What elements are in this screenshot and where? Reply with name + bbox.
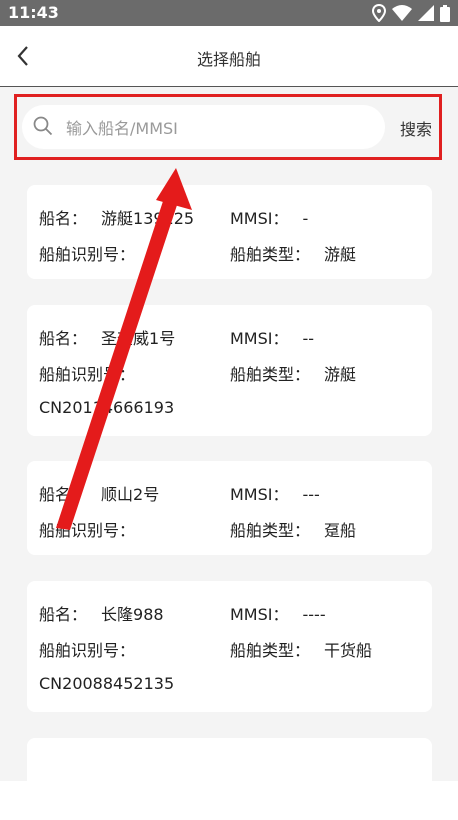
ship-mmsi-value: - bbox=[302, 209, 309, 228]
ship-name-value: 顺山2号 bbox=[101, 485, 160, 504]
ship-name-value: 长隆988 bbox=[101, 605, 164, 624]
ship-mmsi-label: MMSI： bbox=[230, 209, 289, 228]
ship-name-row: 船名： 游艇139125 bbox=[39, 205, 194, 229]
ship-card[interactable]: 船名： 游艇139125 MMSI： - 船舶识别号： 船舶类型： 游艇 bbox=[27, 185, 432, 279]
ship-type-row: 船舶类型： 趸船 bbox=[230, 517, 356, 541]
ship-name-row: 船名： 顺山2号 bbox=[39, 481, 159, 505]
ship-mmsi-row: MMSI： ---- bbox=[230, 601, 326, 625]
ship-name-label: 船名： bbox=[39, 485, 88, 504]
ship-name-row: 船名： 圣奎威1号 bbox=[39, 325, 175, 349]
ship-type-label: 船舶类型： bbox=[230, 365, 311, 384]
ship-mmsi-row: MMSI： -- bbox=[230, 325, 314, 349]
ship-id-value: CN20114666193 bbox=[39, 398, 175, 417]
wifi-icon bbox=[392, 5, 412, 21]
ship-id-row: 船舶识别号： bbox=[39, 517, 149, 541]
battery-icon bbox=[440, 4, 450, 22]
ship-type-row: 船舶类型： 游艇 bbox=[230, 361, 356, 385]
ship-id-label: 船舶识别号： bbox=[39, 641, 136, 660]
ship-type-value: 游艇 bbox=[324, 365, 357, 384]
ship-type-label: 船舶类型： bbox=[230, 521, 311, 540]
ship-name-label: 船名： bbox=[39, 329, 88, 348]
ship-name-value: 游艇139125 bbox=[101, 209, 195, 228]
ship-type-row: 船舶类型： 干货船 bbox=[230, 637, 372, 661]
ship-id-label: 船舶识别号： bbox=[39, 365, 136, 384]
ship-name-label: 船名： bbox=[39, 209, 88, 228]
ship-type-label: 船舶类型： bbox=[230, 245, 311, 264]
ship-type-value: 游艇 bbox=[324, 245, 357, 264]
ship-id-row: 船舶识别号： bbox=[39, 637, 135, 661]
ship-name-value: 圣奎威1号 bbox=[101, 329, 176, 348]
ship-mmsi-value: ---- bbox=[302, 605, 326, 624]
ship-mmsi-label: MMSI： bbox=[230, 329, 289, 348]
ship-mmsi-value: -- bbox=[302, 329, 315, 348]
signal-icon bbox=[418, 5, 434, 21]
ship-type-value: 干货船 bbox=[324, 641, 373, 660]
ship-mmsi-label: MMSI： bbox=[230, 605, 289, 624]
ship-id-label: 船舶识别号： bbox=[39, 521, 136, 540]
status-icons bbox=[372, 4, 450, 22]
ship-mmsi-row: MMSI： --- bbox=[230, 481, 320, 505]
ship-name-row: 船名： 长隆988 bbox=[39, 601, 164, 625]
ship-type-row: 船舶类型： 游艇 bbox=[230, 241, 356, 265]
ship-mmsi-row: MMSI： - bbox=[230, 205, 308, 229]
ship-id-label: 船舶识别号： bbox=[39, 245, 136, 264]
ship-card[interactable]: 船名： 顺山2号 MMSI： --- 船舶识别号： 船舶类型： 趸船 bbox=[27, 461, 432, 555]
search-highlight-box bbox=[14, 94, 442, 160]
location-icon bbox=[372, 4, 386, 22]
status-time: 11:43 bbox=[8, 3, 59, 22]
ship-card[interactable]: 船名： 长隆988 MMSI： ---- 船舶识别号： 船舶类型： 干货船 CN200… bbox=[27, 581, 432, 712]
app-header: 选择船舶 bbox=[0, 26, 458, 87]
ship-mmsi-label: MMSI： bbox=[230, 485, 289, 504]
ship-card-partial[interactable] bbox=[27, 738, 432, 781]
ship-id-row: 船舶识别号： bbox=[39, 361, 135, 385]
ship-id-value: CN20088452135 bbox=[39, 674, 175, 693]
page-title: 选择船舶 bbox=[196, 50, 261, 69]
ship-mmsi-value: --- bbox=[302, 485, 320, 504]
ship-id-row: 船舶识别号： bbox=[39, 241, 149, 265]
ship-card[interactable]: 船名： 圣奎威1号 MMSI： -- 船舶识别号： 船舶类型： 游艇 CN201146… bbox=[27, 305, 432, 436]
ship-type-label: 船舶类型： bbox=[230, 641, 311, 660]
status-bar: 11:43 bbox=[0, 0, 458, 26]
ship-name-label: 船名： bbox=[39, 605, 88, 624]
ship-type-value: 趸船 bbox=[324, 521, 357, 540]
